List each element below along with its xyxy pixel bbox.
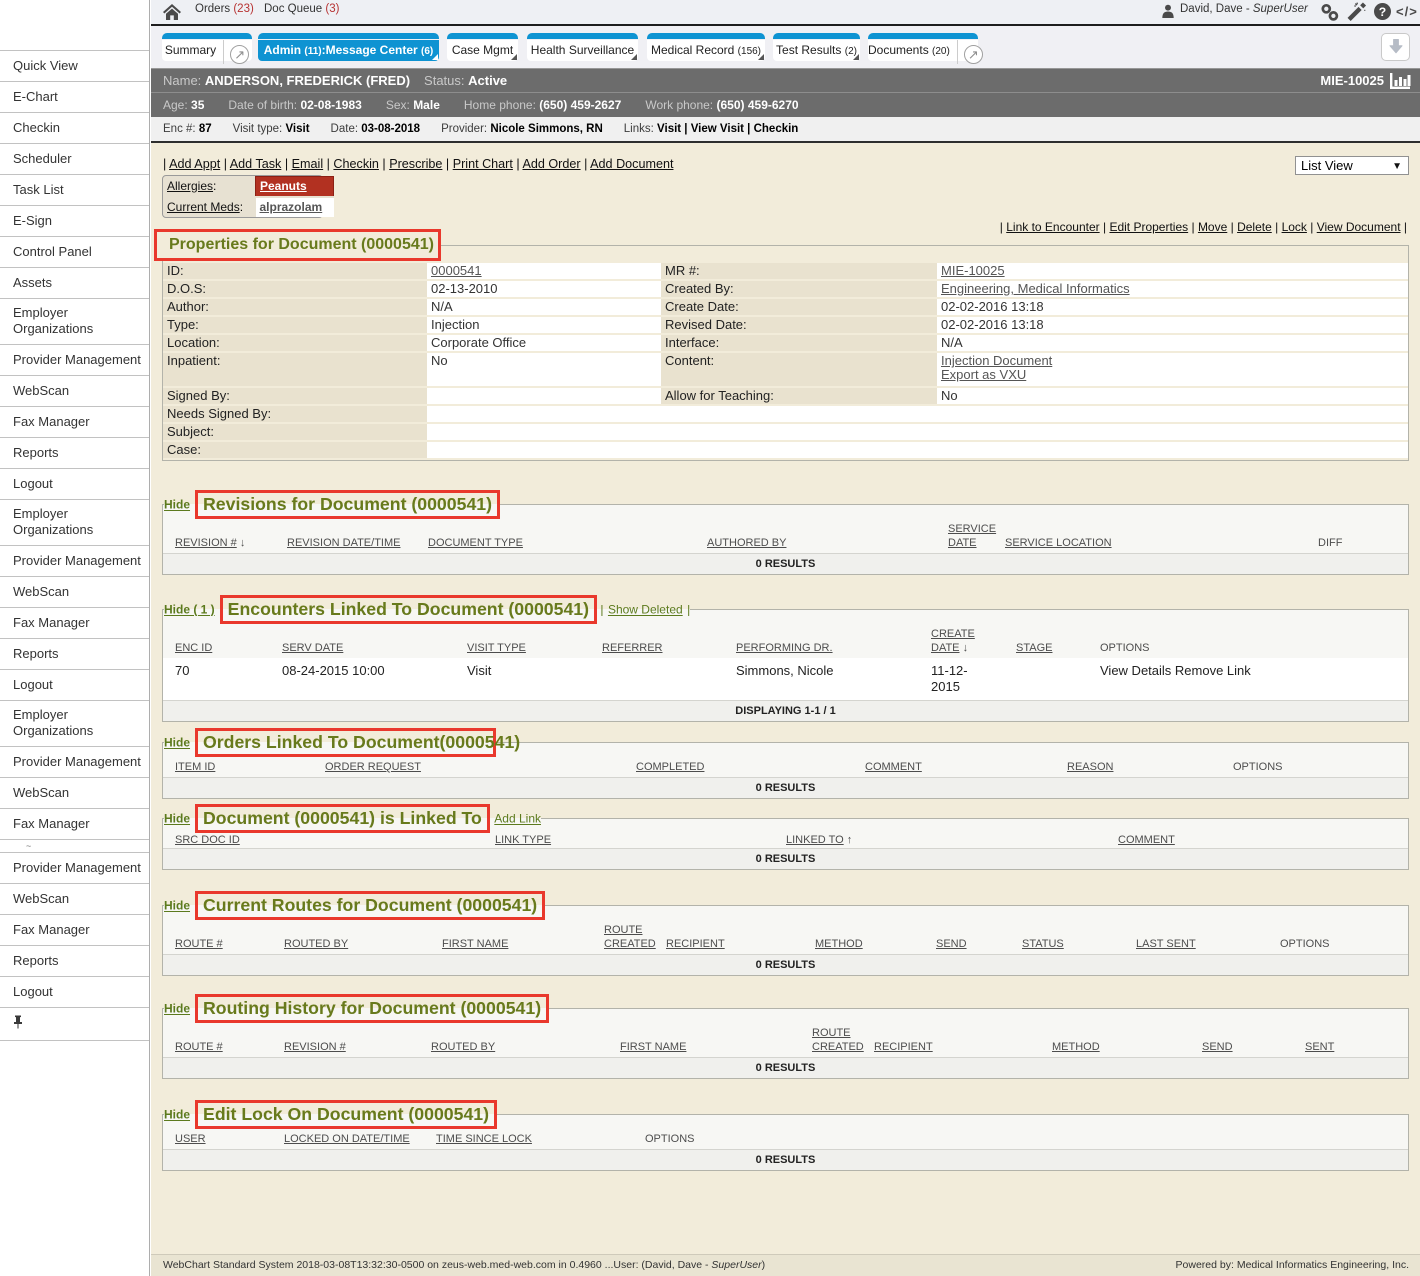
svg-text:?: ? — [1379, 5, 1386, 19]
